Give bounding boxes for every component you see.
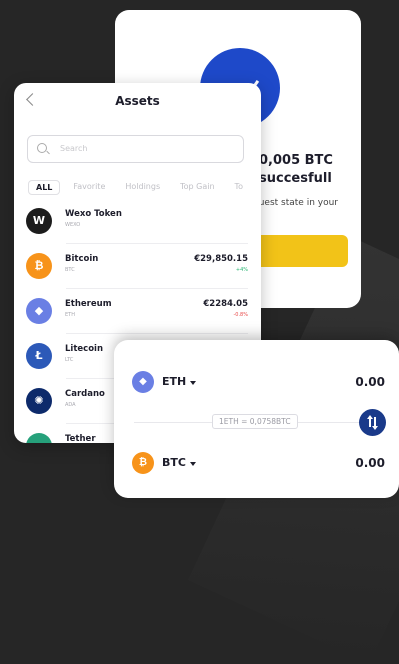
asset-row[interactable]: ₿ Bitcoin BTC €29,850.15 +4% [26,247,248,289]
asset-row[interactable]: W Wexo Token WEXO [26,202,248,244]
asset-name: Ethereum [65,299,112,309]
asset-symbol: BTC [65,267,75,273]
asset-change: -0.8% [233,312,248,318]
from-amount[interactable]: 0.00 [355,375,385,389]
asset-symbol: ETH [65,312,75,318]
litecoin-icon: Ł [26,343,52,369]
confirmation-status: succesfull [259,171,332,186]
asset-change: +4% [235,267,248,273]
filter-tabs: ALL Favorite Holdings Top Gain To [28,180,256,195]
asset-name: Wexo Token [65,209,122,219]
tether-icon [26,433,52,443]
divider [66,288,248,289]
tab-top-gain[interactable]: Top Gain [173,180,221,195]
confirmation-description-line: quest state in your [253,198,338,208]
confirmation-amount: 0,005 BTC [259,153,333,168]
divider [66,333,248,334]
asset-row[interactable]: ◆ Ethereum ETH €2284.05 -0.8% [26,292,248,334]
to-coin-selector[interactable]: BTC [162,456,186,469]
tab-holdings[interactable]: Holdings [118,180,167,195]
divider [66,243,248,244]
confirmation-description: quest state in your n [253,196,338,224]
asset-price: €2284.05 [203,299,248,309]
asset-name: Cardano [65,389,105,399]
confirm-button[interactable] [253,235,348,267]
asset-symbol: ADA [65,402,76,408]
from-coin-selector[interactable]: ETH [162,375,186,388]
arrow-up-icon [367,415,373,419]
asset-price: €29,850.15 [194,254,248,264]
asset-name: Tether [65,434,96,443]
confirmation-description-line: n [253,210,338,224]
asset-symbol: LTC [65,357,74,363]
tab-more[interactable]: To [228,180,250,195]
wexo-token-icon: W [26,208,52,234]
arrow-down-icon [372,426,378,430]
tab-all[interactable]: ALL [28,180,61,195]
bitcoin-icon: ₿ [26,253,52,279]
search-icon [37,143,47,153]
search-input[interactable]: Search [27,135,244,163]
ethereum-icon: ◆ [132,371,154,393]
chevron-down-icon[interactable] [190,462,196,466]
asset-name: Bitcoin [65,254,99,264]
chevron-down-icon[interactable] [190,381,196,385]
swap-direction-button[interactable] [359,409,386,436]
cardano-icon: ✺ [26,388,52,414]
ethereum-icon: ◆ [26,298,52,324]
page-title: Assets [115,94,160,108]
to-amount[interactable]: 0.00 [355,456,385,470]
asset-name: Litecoin [65,344,104,354]
swap-card: ◆ ETH 0.00 1ETH = 0,0758BTC ₿ BTC 0.00 [114,340,399,498]
tab-favorite[interactable]: Favorite [66,180,112,195]
bitcoin-icon: ₿ [132,452,154,474]
asset-symbol: WEXO [65,222,81,228]
search-placeholder: Search [60,144,88,153]
exchange-rate: 1ETH = 0,0758BTC [212,414,298,429]
